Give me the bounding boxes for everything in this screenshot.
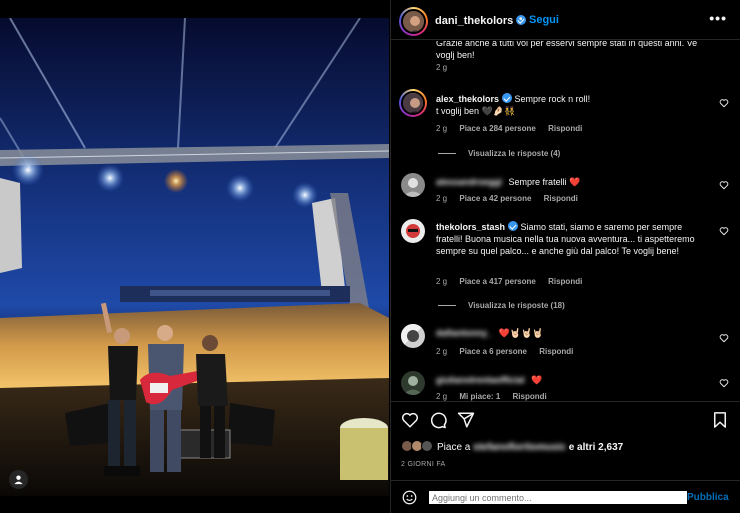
comment-likes[interactable]: Piace a 6 persone [459, 347, 527, 356]
comment-username[interactable]: alessandroeggi [436, 177, 502, 187]
liker-avatars [401, 440, 433, 452]
comment-meta: 2 g Piace a 42 persone Rispondi [436, 194, 588, 203]
comment-text: thekolors_stash Siamo stati, siamo e sar… [436, 221, 711, 257]
post-image[interactable] [0, 18, 389, 496]
comment-time: 2 g [436, 347, 448, 356]
post-date: 2 GIORNI FA [401, 461, 446, 468]
comment-input[interactable] [429, 491, 687, 504]
comment-time: 2 g [436, 63, 448, 72]
comment-meta: 2 g Piace a 6 persone Rispondi [436, 347, 583, 356]
comment-username[interactable]: thekolors_stash [436, 222, 505, 232]
comment-avatar[interactable] [401, 91, 425, 115]
reply-button[interactable]: Rispondi [544, 194, 578, 203]
comment-time: 2 g [436, 277, 448, 286]
heart-icon[interactable] [401, 411, 419, 429]
comment-meta: 2 g Piace a 417 persone Rispondi [436, 277, 592, 286]
comment-time: 2 g [436, 124, 448, 133]
verified-badge-icon [502, 93, 513, 103]
author-avatar[interactable] [401, 9, 426, 34]
comment-avatar[interactable] [401, 173, 425, 197]
reply-button[interactable]: Rispondi [539, 347, 573, 356]
comment-avatar[interactable] [401, 371, 425, 395]
comment-text: Grazie anche a tutti voi per esservi sem… [436, 41, 698, 60]
liker-avatar [421, 440, 433, 452]
liker-username[interactable]: stefanofioritomusic [473, 442, 566, 453]
comment-likes[interactable]: Piace a 42 persone [459, 194, 531, 203]
post-side-panel: dani_thekolors • Segui ••• Grazie anche … [390, 0, 740, 513]
post-photo-area [0, 0, 390, 513]
likes-count[interactable]: e altri 2,637 [566, 442, 624, 453]
comment-body: ❤️ [531, 375, 543, 385]
like-comment-heart-icon[interactable] [719, 180, 729, 190]
verified-badge-icon [508, 221, 519, 231]
comment-likes[interactable]: Piace a 284 persone [459, 124, 536, 133]
likes-prefix: Piace a [437, 442, 474, 453]
like-comment-heart-icon[interactable] [719, 98, 729, 108]
author-username-text[interactable]: dani_thekolors [435, 15, 513, 27]
reply-button[interactable]: Rispondi [513, 392, 547, 401]
follow-button[interactable]: Segui [529, 14, 559, 26]
comment-text: giulianotrentaofficial ❤️ [436, 374, 711, 386]
comment-username[interactable]: giulianotrentaofficial [436, 375, 525, 385]
comment-username[interactable]: dafiantonny_ [436, 328, 492, 338]
post-comment-button[interactable]: Pubblica [687, 492, 729, 503]
add-comment-bar: Pubblica [391, 480, 740, 513]
comments-list[interactable]: Grazie anche a tutti voi per esservi sem… [391, 41, 740, 401]
author-username[interactable]: dani_thekolors [435, 15, 527, 27]
reply-button[interactable]: Rispondi [548, 277, 582, 286]
view-replies-button[interactable]: Visualizza le risposte (18) [438, 301, 565, 310]
more-options-icon[interactable]: ••• [709, 10, 727, 26]
comment-meta: 2 g [436, 63, 457, 72]
share-icon[interactable] [457, 411, 475, 429]
user-tag-icon[interactable] [9, 470, 28, 489]
post-actions: Piace a stefanofioritomusic e altri 2,63… [391, 401, 740, 473]
comment-meta: 2 g Mi piace: 1 Rispondi [436, 392, 557, 401]
reply-button[interactable]: Rispondi [548, 124, 582, 133]
comment-text: alessandroeggi Sempre fratelli ❤️ [436, 176, 711, 188]
comment-avatar[interactable] [401, 219, 425, 243]
comment-time: 2 g [436, 194, 448, 203]
post-header: dani_thekolors • Segui ••• [391, 0, 740, 40]
comment-body-line2: t voglij ben 🖤🤌🏻👯 [436, 106, 516, 116]
view-replies-button[interactable]: Visualizza le risposte (4) [438, 149, 560, 158]
comment-body: Sempre fratelli ❤️ [508, 177, 581, 187]
bookmark-icon[interactable] [711, 411, 729, 429]
like-comment-heart-icon[interactable] [719, 378, 729, 388]
comment-likes[interactable]: Piace a 417 persone [459, 277, 536, 286]
comment-body: ❤️🤘🏻🤘🏻🤘🏻 [498, 328, 544, 338]
comment-icon[interactable] [429, 411, 447, 429]
comment-meta: 2 g Piace a 284 persone Rispondi [436, 124, 592, 133]
comment-likes[interactable]: Mi piace: 1 [459, 392, 500, 401]
like-comment-heart-icon[interactable] [719, 226, 729, 236]
likes-summary[interactable]: Piace a stefanofioritomusic e altri 2,63… [401, 440, 623, 453]
comment-body: Sempre rock n roll! [514, 94, 591, 104]
comment-avatar[interactable] [401, 324, 425, 348]
header-separator: • [519, 14, 523, 25]
comment-time: 2 g [436, 392, 448, 401]
comment-text: dafiantonny_ ❤️🤘🏻🤘🏻🤘🏻 [436, 327, 711, 339]
comment-username[interactable]: alex_thekolors [436, 94, 499, 104]
comment-text: alex_thekolors Sempre rock n roll! t vog… [436, 93, 711, 117]
like-comment-heart-icon[interactable] [719, 333, 729, 343]
emoji-icon[interactable] [402, 490, 417, 505]
